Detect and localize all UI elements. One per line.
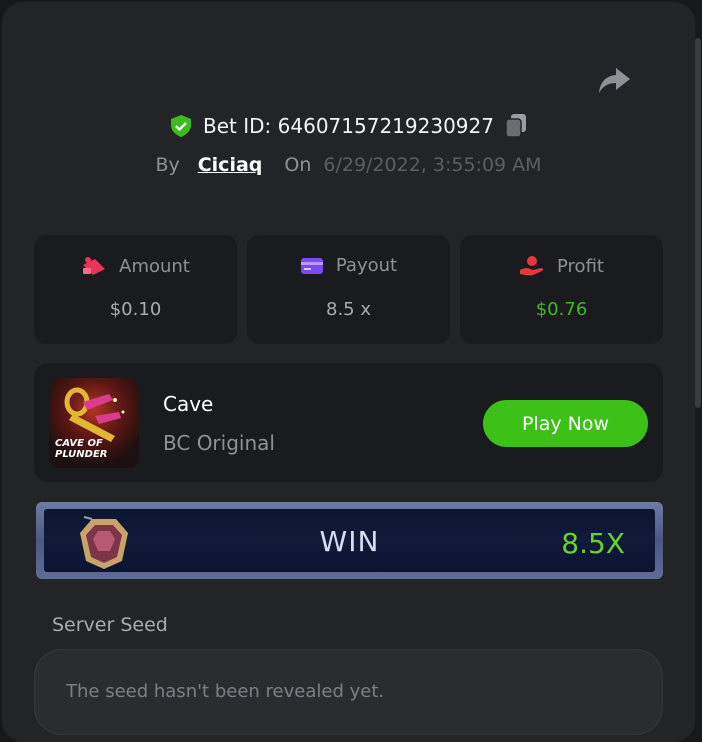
copy-icon[interactable] <box>504 113 528 139</box>
play-now-button[interactable]: Play Now <box>483 400 648 447</box>
game-provider: BC Original <box>163 431 275 455</box>
stat-value: $0.10 <box>109 299 162 320</box>
stat-label: Amount <box>119 255 190 277</box>
stat-value: 8.5 x <box>326 299 371 320</box>
result-multiplier: 8.5X <box>561 527 625 560</box>
username-link[interactable]: Ciciaq <box>198 154 263 176</box>
result-inner: WIN 8.5X <box>44 509 655 572</box>
game-card: CAVE OF PLUNDER Cave BC Original Play No… <box>34 363 663 482</box>
game-title[interactable]: Cave <box>163 392 213 416</box>
stat-label: Profit <box>557 255 604 277</box>
bet-meta-row: By Ciciaq On 6/29/2022, 3:55:09 AM <box>2 149 695 181</box>
shield-check-icon <box>171 115 192 137</box>
result-banner: WIN 8.5X <box>36 502 663 579</box>
profit-hand-icon <box>520 256 544 276</box>
stat-payout: Payout 8.5 x <box>247 235 450 344</box>
thumb-text: CAVE OF <box>55 438 103 449</box>
server-seed-label: Server Seed <box>52 614 168 636</box>
by-label: By <box>155 154 180 176</box>
stat-profit: Profit $0.76 <box>460 235 663 344</box>
thumb-text: PLUNDER <box>55 449 108 460</box>
server-seed-value: The seed hasn't been revealed yet. <box>66 681 385 702</box>
bet-id: Bet ID: 64607157219230927 <box>203 114 494 138</box>
bet-id-row: Bet ID: 64607157219230927 <box>2 110 695 142</box>
bet-details-modal: Bet ID: 64607157219230927 By Ciciaq On 6… <box>2 2 701 742</box>
bet-date: 6/29/2022, 3:55:09 AM <box>323 154 542 176</box>
on-label: On <box>284 154 312 176</box>
server-seed-field[interactable]: The seed hasn't been revealed yet. <box>34 649 663 735</box>
stat-amount: Amount $0.10 <box>34 235 237 344</box>
stat-label: Payout <box>335 255 398 276</box>
share-icon[interactable] <box>596 64 632 96</box>
payout-card-icon <box>300 257 323 274</box>
amount-icon <box>83 257 106 275</box>
scrollbar[interactable] <box>695 38 701 408</box>
game-thumbnail[interactable]: CAVE OF PLUNDER <box>49 378 139 468</box>
stat-value: $0.76 <box>535 299 588 320</box>
